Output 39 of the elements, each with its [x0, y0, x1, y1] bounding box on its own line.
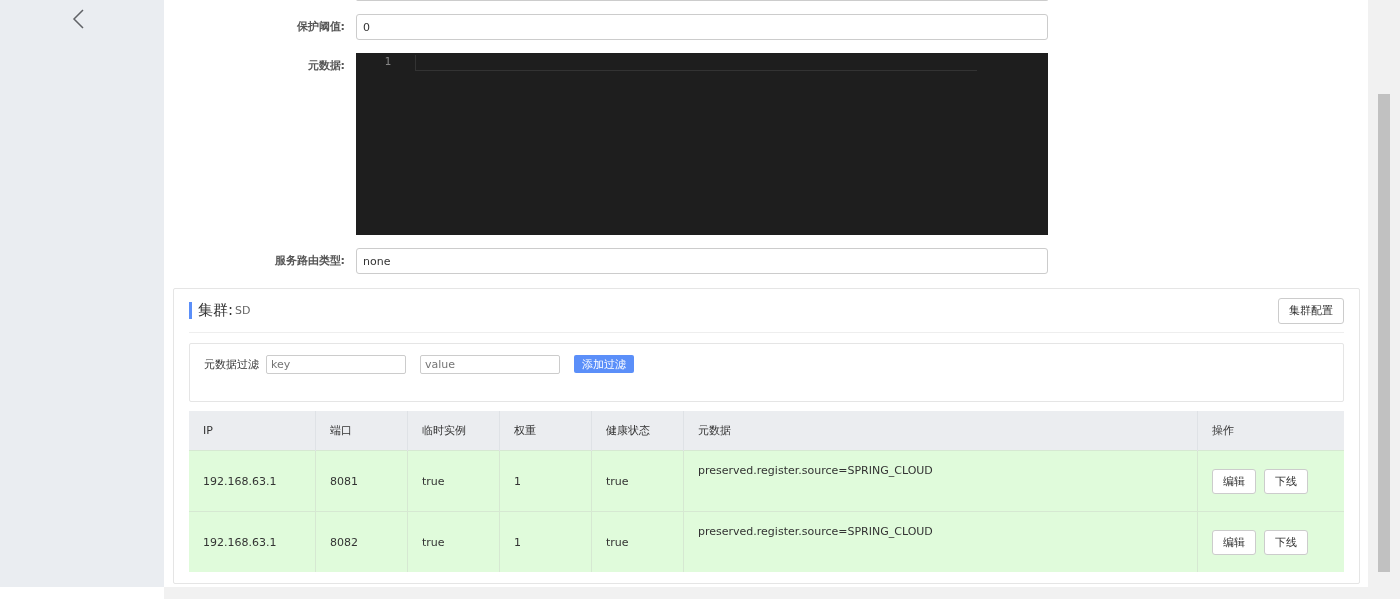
table-cell: 192.168.63.1	[189, 511, 316, 572]
action-button[interactable]: 下线	[1264, 529, 1308, 555]
action-button[interactable]: 编辑	[1212, 468, 1256, 494]
column-header: IP	[189, 411, 316, 451]
table-cell: preserved.register.source=SPRING_CLOUD	[683, 511, 1198, 572]
value-field[interactable]: value	[420, 355, 560, 374]
table-cell: 192.168.63.1	[189, 450, 316, 512]
column-header: 权重	[499, 411, 592, 451]
cluster-title: 集群:	[198, 301, 234, 320]
filter-label: 元数据过滤	[204, 357, 259, 373]
column-header: 健康状态	[591, 411, 684, 451]
column-header: 临时实例	[407, 411, 500, 451]
table-cell: true	[407, 450, 500, 512]
field-label: 服务路由类型:	[273, 253, 346, 269]
table-cell: 1	[499, 450, 592, 512]
table-cell: 8082	[315, 511, 408, 572]
table-cell: true	[591, 450, 684, 512]
column-header: 端口	[315, 411, 408, 451]
cluster-name: SD	[235, 304, 251, 317]
table-cell: 1	[499, 511, 592, 572]
table-cell: 8081	[315, 450, 408, 512]
cluster-config-button[interactable]: 集群配置	[1278, 297, 1344, 324]
vertical-scrollbar[interactable]	[1368, 0, 1400, 587]
column-header: 元数据	[683, 411, 1198, 451]
action-button[interactable]: 下线	[1264, 468, 1308, 494]
input-field[interactable]: 0	[356, 14, 1048, 40]
action-button[interactable]: 编辑	[1212, 529, 1256, 555]
field-label: 保护阈值:	[295, 19, 346, 35]
input-field[interactable]: none	[356, 248, 1048, 274]
table-cell: true	[591, 511, 684, 572]
line-number: 1	[383, 55, 391, 68]
column-header: 操作	[1197, 411, 1344, 451]
field-label: 元数据:	[306, 58, 346, 74]
accent-bar	[189, 302, 192, 319]
key-field[interactable]: key	[266, 355, 406, 374]
table-cell: true	[407, 511, 500, 572]
chevron-left-icon[interactable]	[72, 9, 84, 29]
code-editor[interactable]: 1	[356, 53, 1048, 235]
table-cell: preserved.register.source=SPRING_CLOUD	[683, 450, 1198, 512]
